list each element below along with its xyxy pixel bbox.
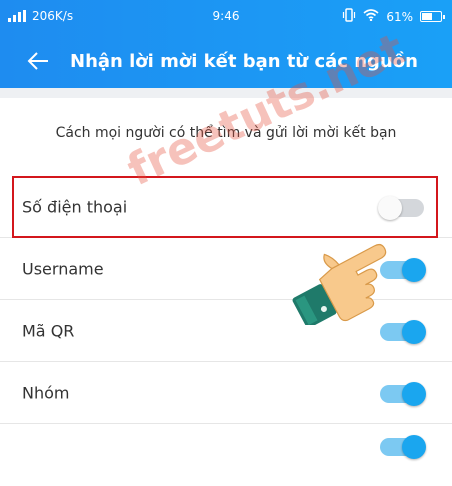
battery-percent: 61% bbox=[386, 9, 413, 24]
pointing-hand-icon bbox=[292, 243, 387, 325]
battery-icon bbox=[420, 11, 445, 22]
vibrate-icon bbox=[342, 8, 356, 25]
more-toggle[interactable] bbox=[380, 435, 426, 459]
option-label: Username bbox=[22, 259, 104, 278]
option-label: Mã QR bbox=[22, 321, 75, 340]
arrow-left-icon bbox=[27, 52, 48, 70]
wifi-icon bbox=[363, 9, 379, 24]
back-button[interactable] bbox=[18, 41, 58, 81]
option-label: Nhóm bbox=[22, 383, 70, 402]
option-row-more[interactable] bbox=[0, 424, 452, 486]
option-row-group[interactable]: Nhóm bbox=[0, 362, 452, 424]
group-toggle[interactable] bbox=[380, 381, 426, 406]
